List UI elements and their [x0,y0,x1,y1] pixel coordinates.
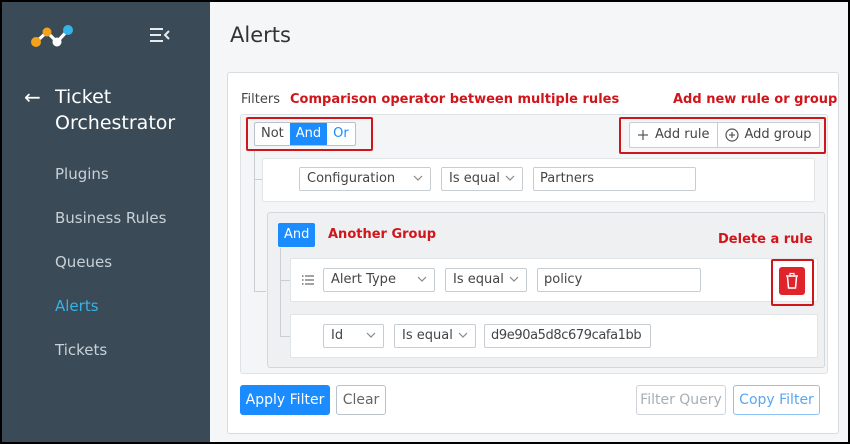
sidebar: ← Ticket Orchestrator Plugins Business R… [2,2,210,442]
operator-select[interactable]: Is equal [441,167,523,191]
annotation-delete-rule: Delete a rule [718,232,813,247]
operator-value: Is equal [449,171,500,186]
tree-line [280,248,281,336]
value-input[interactable]: policy [537,268,701,292]
annotation-another-group: Another Group [328,227,437,242]
chevron-down-icon [509,276,519,282]
chevron-down-icon [366,332,376,338]
sidebar-item-alerts[interactable]: Alerts [55,296,99,316]
field-select[interactable]: Alert Type [323,268,435,292]
field-value: Configuration [307,171,396,186]
plus-circle-icon [724,128,739,142]
operator-select[interactable]: Is equal [445,268,527,292]
sidebar-item-queues[interactable]: Queues [55,252,112,272]
app-title-line1: Ticket [55,86,112,108]
value-input[interactable]: Partners [533,167,696,191]
inner-conjunction-and[interactable]: And [278,223,316,247]
chevron-down-icon [505,175,515,181]
add-group-label: Add group [744,127,812,142]
conjunction-and[interactable]: And [289,123,328,145]
annotation-comparison: Comparison operator between multiple rul… [290,92,620,107]
sidebar-item-plugins[interactable]: Plugins [55,164,109,184]
operator-select[interactable]: Is equal [394,324,476,348]
copy-filter-button[interactable]: Copy Filter [733,385,820,415]
field-value: Id [331,328,344,343]
tree-line [254,150,255,292]
app-title: Ticket Orchestrator [55,84,175,136]
sidebar-item-business-rules[interactable]: Business Rules [55,208,166,228]
page-title: Alerts [230,23,291,47]
tree-line [280,280,290,281]
filter-query-button[interactable]: Filter Query [636,385,726,415]
conjunction-selector[interactable]: Not And Or [254,122,356,146]
value-input[interactable]: d9e90a5d8c679cafa1bb [484,324,651,348]
add-rule-label: Add rule [655,127,710,142]
tree-line [280,336,290,337]
field-select[interactable]: Configuration [299,167,431,191]
field-value: Alert Type [331,272,396,287]
chevron-down-icon [413,175,423,181]
back-arrow-icon[interactable]: ← [24,87,41,107]
operator-value: Is equal [402,328,453,343]
chevron-down-icon [458,332,468,338]
conjunction-or[interactable]: Or [327,123,355,145]
add-rule-group-buttons: Add rule Add group [629,122,820,148]
filters-label: Filters [241,92,280,107]
add-group-button[interactable]: Add group [716,123,819,147]
sidebar-item-tickets[interactable]: Tickets [55,340,107,360]
chevron-down-icon [417,276,427,282]
field-select[interactable]: Id [323,324,384,348]
plus-icon [638,130,648,140]
add-rule-button[interactable]: Add rule [630,123,717,147]
app-window: ← Ticket Orchestrator Plugins Business R… [2,2,848,442]
operator-value: Is equal [453,272,504,287]
tree-line [254,291,266,292]
clear-button[interactable]: Clear [336,385,386,415]
app-logo-icon [31,25,73,47]
trash-icon [786,272,798,289]
collapse-menu-icon[interactable] [149,25,171,45]
annotation-add-new: Add new rule or group [673,92,838,107]
apply-filter-button[interactable]: Apply Filter [240,385,330,415]
conjunction-not[interactable]: Not [255,123,290,145]
delete-rule-button[interactable] [779,267,805,295]
drag-handle-icon[interactable] [301,273,315,287]
app-title-line2: Orchestrator [55,112,176,134]
